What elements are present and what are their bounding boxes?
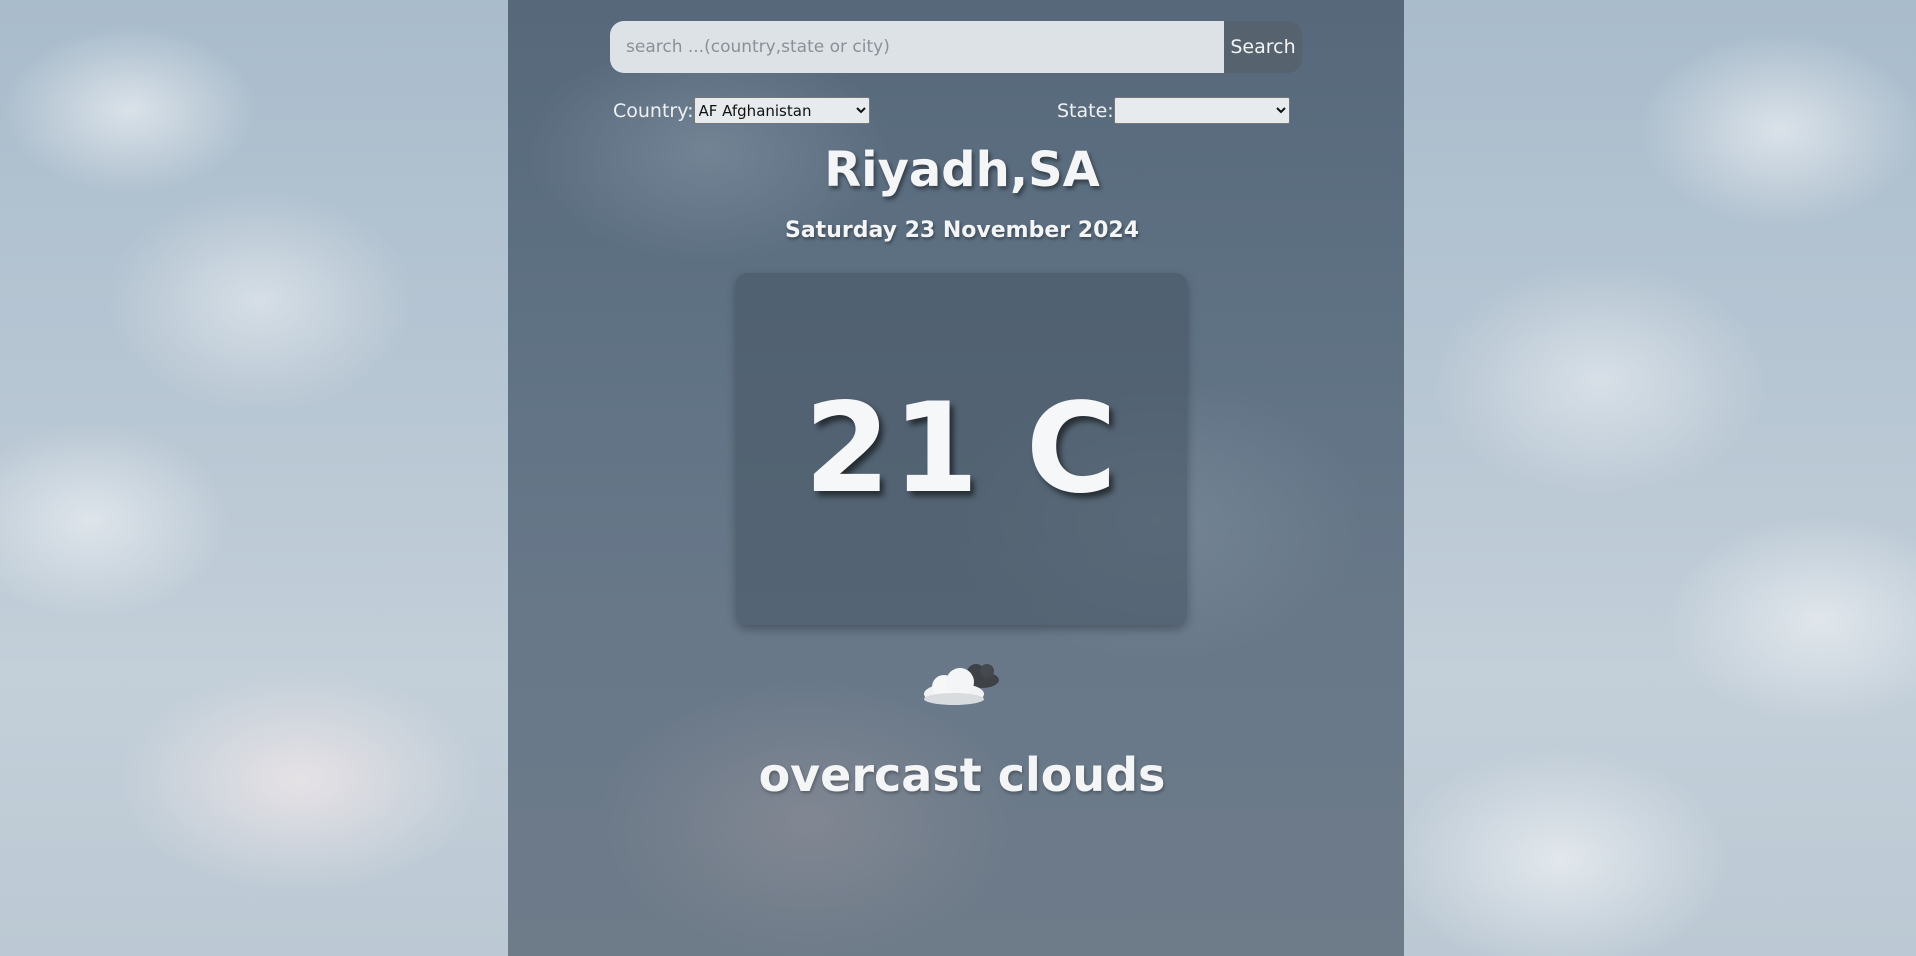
temperature-card: 21 C <box>736 273 1187 625</box>
search-input[interactable] <box>610 21 1224 73</box>
search-bar: Search <box>610 21 1302 73</box>
country-filter: Country: AF Afghanistan <box>613 97 870 124</box>
temperature-value: 21 C <box>804 377 1119 521</box>
weather-condition: overcast clouds <box>758 748 1166 802</box>
date-text: Saturday 23 November 2024 <box>784 218 1140 243</box>
state-label: State: <box>1057 99 1114 122</box>
broken-clouds-icon <box>924 664 999 705</box>
search-button[interactable]: Search <box>1224 21 1302 73</box>
state-filter: State: <box>1057 97 1290 124</box>
location-title: Riyadh,SA <box>824 142 1100 198</box>
country-select[interactable]: AF Afghanistan <box>693 97 870 124</box>
state-select[interactable] <box>1113 97 1290 124</box>
country-label: Country: <box>613 99 694 122</box>
